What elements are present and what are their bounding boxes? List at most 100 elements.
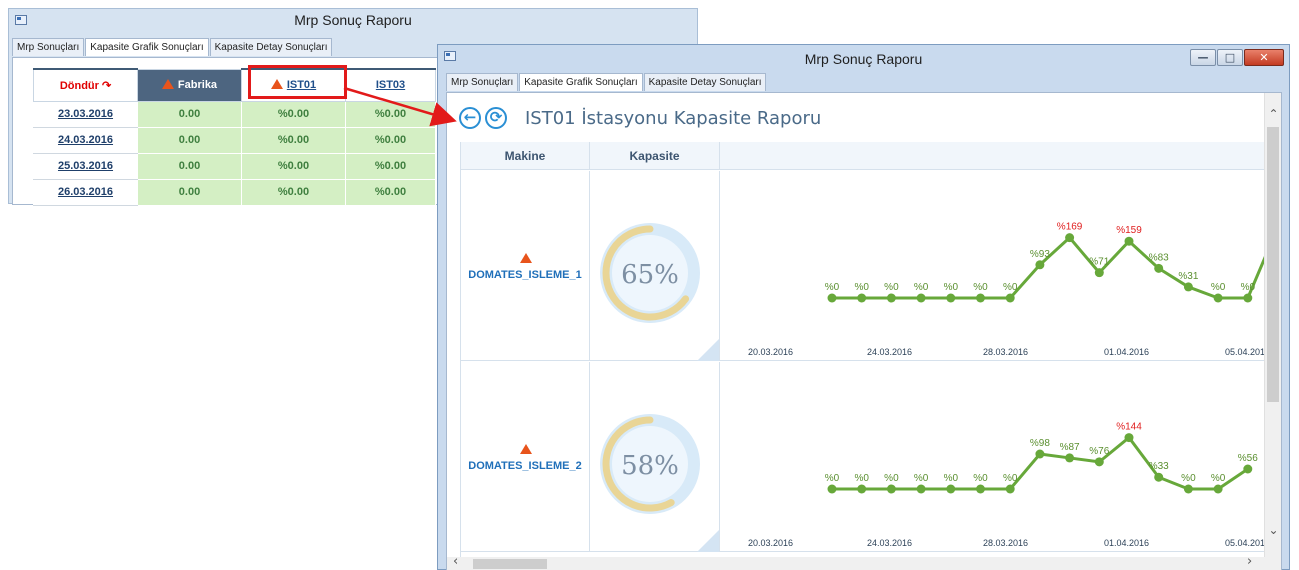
warning-icon <box>161 79 174 89</box>
column-header-factory[interactable]: Fabrika <box>137 68 242 102</box>
title-bar[interactable]: Mrp Sonuç Raporu — □ ✕ <box>438 45 1289 71</box>
data-point[interactable] <box>1183 484 1193 494</box>
data-label: %98 <box>1030 438 1050 449</box>
capacity-value: 58% <box>621 451 679 481</box>
data-point[interactable] <box>1124 236 1134 246</box>
value-cell: %0.00 <box>345 178 436 206</box>
scroll-left-icon[interactable]: ‹ <box>453 554 458 569</box>
vertical-scrollbar[interactable]: ⌃ ⌄ <box>1264 93 1281 570</box>
data-point[interactable] <box>827 484 837 494</box>
data-point[interactable] <box>1213 293 1223 303</box>
data-point[interactable] <box>916 484 926 494</box>
data-label: %0 <box>1241 282 1256 293</box>
machine-cell: DOMATES_ISLEME_1 <box>461 171 590 361</box>
title-bar[interactable]: Mrp Sonuç Raporu <box>9 9 697 34</box>
data-point[interactable] <box>1035 449 1045 459</box>
data-label: %0 <box>944 282 959 293</box>
capacity-line-chart: %0 %0 %0 %0 %0 %0 %0 %98 %87 %76 %144 %33 %0 %0 %56 20.… <box>748 422 1270 548</box>
tab-mrp-results[interactable]: Mrp Sonuçları <box>446 73 519 91</box>
date-cell[interactable]: 24.03.2016 <box>33 126 138 154</box>
date-cell[interactable]: 26.03.2016 <box>33 178 138 206</box>
data-point[interactable] <box>886 484 896 494</box>
machine-name[interactable]: DOMATES_ISLEME_2 <box>461 460 589 472</box>
data-point[interactable] <box>1124 433 1134 443</box>
scroll-up-icon[interactable]: ⌃ <box>1265 107 1282 121</box>
data-point[interactable] <box>1094 268 1104 278</box>
value-cell: %0.00 <box>345 126 436 154</box>
data-label: %0 <box>1003 282 1018 293</box>
data-point[interactable] <box>827 293 837 303</box>
minimize-icon: — <box>1197 51 1209 64</box>
data-point[interactable] <box>857 293 867 303</box>
column-header-capacity: Kapasite <box>590 142 720 170</box>
data-point[interactable] <box>946 484 956 494</box>
tab-capacity-charts[interactable]: Kapasite Grafik Sonuçları <box>519 73 643 91</box>
data-label: %0 <box>973 282 988 293</box>
data-point[interactable] <box>1005 484 1015 494</box>
back-arrow-icon: ← <box>463 108 477 126</box>
scroll-thumb[interactable] <box>473 559 547 569</box>
data-point[interactable] <box>1035 260 1045 270</box>
maximize-button[interactable]: □ <box>1217 49 1243 66</box>
data-label: %0 <box>825 473 840 484</box>
data-point[interactable] <box>1065 453 1075 463</box>
tab-strip: Mrp Sonuçları Kapasite Grafik Sonuçları … <box>446 73 767 91</box>
column-header-ist03[interactable]: IST03 <box>345 68 436 102</box>
data-label: %159 <box>1116 225 1142 236</box>
data-point[interactable] <box>946 293 956 303</box>
data-point[interactable] <box>1154 263 1164 273</box>
data-label: %76 <box>1089 446 1109 457</box>
data-point[interactable] <box>857 484 867 494</box>
refresh-button[interactable]: ⟳ <box>485 107 507 129</box>
data-label: %0 <box>1211 473 1226 484</box>
tab-capacity-charts[interactable]: Kapasite Grafik Sonuçları <box>85 38 209 56</box>
tab-capacity-details[interactable]: Kapasite Detay Sonuçları <box>209 38 333 56</box>
rotate-header-button[interactable]: Döndür ↷ <box>33 68 138 102</box>
scroll-down-icon[interactable]: ⌄ <box>1265 523 1282 537</box>
data-point[interactable] <box>976 484 985 494</box>
horizontal-scrollbar[interactable]: ‹ › <box>447 554 1265 570</box>
data-point[interactable] <box>1213 484 1223 494</box>
data-point[interactable] <box>1183 282 1193 292</box>
data-point[interactable] <box>916 293 926 303</box>
tab-capacity-details[interactable]: Kapasite Detay Sonuçları <box>643 73 767 91</box>
back-button[interactable]: ← <box>459 107 481 129</box>
scroll-right-icon[interactable]: › <box>1247 554 1252 569</box>
machine-name[interactable]: DOMATES_ISLEME_1 <box>461 269 589 281</box>
capacity-line-chart: %0%0%0%0%0%0%0%93%169%71%159%83%31%0%0%1… <box>748 212 1291 357</box>
data-point[interactable] <box>886 293 896 303</box>
capacity-report-window: Mrp Sonuç Raporu — □ ✕ Mrp Sonuçları Kap… <box>437 44 1291 570</box>
tab-strip: Mrp Sonuçları Kapasite Grafik Sonuçları … <box>12 38 333 56</box>
scroll-thumb[interactable] <box>1267 127 1279 402</box>
x-tick-label: 24.03.2016 <box>867 347 912 357</box>
minimize-button[interactable]: — <box>1190 49 1216 66</box>
date-cell[interactable]: 23.03.2016 <box>33 100 138 128</box>
data-point[interactable] <box>1243 293 1253 303</box>
table-row: DOMATES_ISLEME_1 65% %0 %0 %0 %0 %0 %0 %0 %93 %1… <box>461 171 1291 361</box>
window-title: Mrp Sonuç Raporu <box>804 51 923 67</box>
table-row: 26.03.2016 0.00 %0.00 %0.00 <box>33 178 436 206</box>
data-point[interactable] <box>976 293 985 303</box>
data-point[interactable] <box>1005 293 1015 303</box>
table-row: 25.03.2016 0.00 %0.00 %0.00 <box>33 152 436 180</box>
data-label: %0 <box>944 473 959 484</box>
tab-mrp-results[interactable]: Mrp Sonuçları <box>12 38 85 56</box>
expand-corner[interactable] <box>697 530 719 552</box>
data-label: %0 <box>1181 473 1196 484</box>
tab-content: Döndür ↷ Fabrika IST01 IST03 23.03.2016 … <box>12 57 440 206</box>
value-cell: %0.00 <box>241 126 346 154</box>
data-label: %0 <box>825 282 840 293</box>
expand-corner[interactable] <box>697 339 719 361</box>
value-cell: 0.00 <box>137 100 242 128</box>
data-label: %0 <box>884 473 899 484</box>
machine-cell: DOMATES_ISLEME_2 <box>461 362 590 552</box>
data-point[interactable] <box>1094 457 1104 467</box>
data-label: %0 <box>914 473 929 484</box>
date-cell[interactable]: 25.03.2016 <box>33 152 138 180</box>
data-point[interactable] <box>1065 233 1075 243</box>
data-point[interactable] <box>1243 464 1253 474</box>
close-button[interactable]: ✕ <box>1244 49 1284 66</box>
capacity-cell: 65% <box>590 171 720 361</box>
report-header: ← ⟳ IST01 İstasyonu Kapasite Raporu <box>459 105 821 131</box>
data-point[interactable] <box>1154 472 1164 482</box>
